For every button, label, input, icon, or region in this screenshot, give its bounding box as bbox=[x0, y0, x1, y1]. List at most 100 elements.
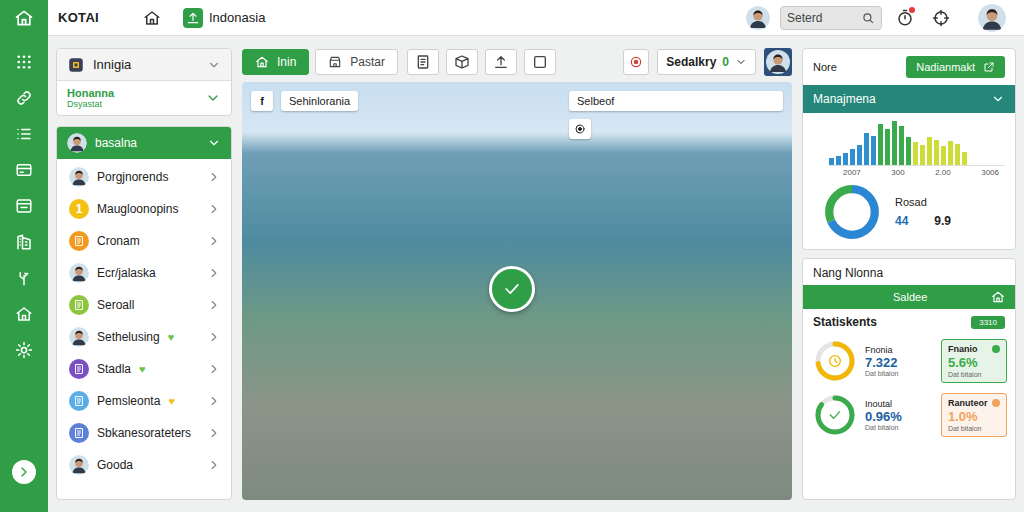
list-item[interactable]: 1 Maugloonopins bbox=[57, 193, 231, 225]
region-subheader[interactable]: Honanna Dsyastat bbox=[57, 81, 231, 115]
expand-button[interactable] bbox=[12, 460, 36, 484]
sidebar-button[interactable] bbox=[10, 84, 38, 112]
stats-bar[interactable]: Saldee bbox=[803, 285, 1015, 309]
list-header[interactable]: basalna bbox=[57, 127, 231, 159]
arrow-icon bbox=[16, 464, 32, 480]
chev-down-icon bbox=[205, 90, 221, 106]
view-label[interactable]: Selbeof bbox=[569, 91, 783, 111]
grid-icon bbox=[15, 53, 33, 71]
dropdown-value: Sedalkry bbox=[666, 55, 716, 69]
chev-right-icon bbox=[207, 170, 221, 184]
search-field[interactable]: Seterd bbox=[780, 6, 882, 30]
kpi-dot bbox=[992, 345, 1000, 353]
content: Innigia Honanna Dsyastat basalna Porgjno… bbox=[48, 36, 1024, 512]
doc-icon bbox=[73, 235, 85, 247]
left-panel: Innigia Honanna Dsyastat basalna Porgjno… bbox=[56, 48, 232, 500]
user-avatar[interactable] bbox=[746, 6, 770, 30]
sidebar-button[interactable] bbox=[10, 48, 38, 76]
sidebar-button[interactable] bbox=[10, 300, 38, 328]
square-icon bbox=[532, 54, 548, 70]
chev-right-icon bbox=[207, 458, 221, 472]
summary-button[interactable]: Nadianmakt bbox=[906, 56, 1005, 78]
chart-ticks: 20073002.003006 bbox=[829, 166, 1005, 177]
location[interactable]: Indonasia bbox=[183, 8, 265, 28]
tool-button[interactable] bbox=[407, 49, 439, 75]
map-pin[interactable] bbox=[489, 266, 535, 312]
share-button[interactable]: f bbox=[251, 91, 273, 111]
locate-map-button[interactable] bbox=[569, 119, 591, 139]
chev-down-icon bbox=[207, 58, 221, 72]
region-subtext: Honanna Dsyastat bbox=[67, 87, 205, 109]
chev-right-icon bbox=[207, 266, 221, 280]
chart-tick: 2007 bbox=[843, 168, 861, 177]
kpi-head: Ranuteor bbox=[948, 398, 1000, 408]
chart-bars bbox=[829, 119, 1005, 166]
stat-value: 9.9 bbox=[934, 214, 951, 228]
sidebar-button[interactable] bbox=[10, 264, 38, 292]
kpi-box[interactable]: Fnanio 5.6% Dat bitalon bbox=[941, 339, 1007, 383]
region-header[interactable]: Innigia bbox=[57, 49, 231, 81]
chart-bar bbox=[836, 156, 841, 165]
list-item[interactable]: Pemsleonta ♥ bbox=[57, 385, 231, 417]
chart-bar bbox=[864, 133, 869, 165]
kpi-box[interactable]: Ranuteor 1.0% Dat bitalon bbox=[941, 393, 1007, 437]
place-label[interactable]: Sehinlorania bbox=[281, 91, 358, 111]
sidebar-button[interactable] bbox=[10, 156, 38, 184]
sidebar-button[interactable] bbox=[10, 228, 38, 256]
list-item[interactable]: Gooda bbox=[57, 449, 231, 481]
stats-card: Nang Nlonna Saldee Statiskents 3310 Fnon… bbox=[802, 258, 1016, 500]
chart-bar bbox=[829, 158, 834, 165]
chart-bar bbox=[920, 145, 925, 165]
stat-values: 449.9 bbox=[895, 214, 951, 228]
home-logo[interactable] bbox=[14, 0, 34, 36]
tab-label: Pastar bbox=[350, 55, 385, 69]
item-label: Cronam bbox=[97, 234, 140, 248]
timer-button[interactable] bbox=[892, 5, 918, 31]
stats-section-title: Statiskents bbox=[813, 315, 877, 329]
chart-bar bbox=[927, 137, 932, 165]
list-item[interactable]: Sbkanesorateters bbox=[57, 417, 231, 449]
chev-right-icon bbox=[207, 298, 221, 312]
toolbar-tab[interactable]: Inin bbox=[242, 49, 309, 75]
kpi-title: Fnanio bbox=[948, 344, 978, 354]
locate-button[interactable] bbox=[928, 5, 954, 31]
stat-row: Inoutal 0.96% Dat bitalon Ranuteor 1.0% … bbox=[803, 389, 1015, 443]
profile-avatar[interactable] bbox=[978, 4, 1006, 32]
gear-icon bbox=[15, 341, 33, 359]
sidebar-button[interactable] bbox=[10, 336, 38, 364]
tool-button[interactable] bbox=[485, 49, 517, 75]
home-button[interactable] bbox=[139, 5, 165, 31]
kpi-title: Ranuteor bbox=[948, 398, 988, 408]
list-item[interactable]: Ecr/jalaska bbox=[57, 257, 231, 289]
list-item[interactable]: Stadla ♥ bbox=[57, 353, 231, 385]
list-item[interactable]: Cronam bbox=[57, 225, 231, 257]
layer-button[interactable] bbox=[623, 49, 649, 75]
tool-button[interactable] bbox=[524, 49, 556, 75]
region-subtitle: Honanna bbox=[67, 87, 205, 99]
view-dropdown[interactable]: Sedalkry 0 bbox=[657, 49, 756, 75]
sidebar-button[interactable] bbox=[10, 120, 38, 148]
top-bar: KOTAI Indonasia Seterd bbox=[48, 0, 1024, 36]
list-item[interactable]: Sethelusing ♥ bbox=[57, 321, 231, 353]
chart-bar bbox=[948, 141, 953, 165]
chart-tick: 300 bbox=[891, 168, 904, 177]
kpi-caption: Dat bitalon bbox=[948, 371, 1000, 378]
chart-bar bbox=[899, 126, 904, 165]
toolbar-tab[interactable]: Pastar bbox=[315, 49, 398, 75]
list-item[interactable]: Seroall bbox=[57, 289, 231, 321]
map-view[interactable]: f Sehinlorania Selbeof bbox=[242, 82, 792, 500]
item-icon bbox=[69, 391, 89, 411]
item-icon bbox=[69, 423, 89, 443]
sidebar-button[interactable] bbox=[10, 192, 38, 220]
location-badge bbox=[183, 8, 203, 28]
chev-right-icon bbox=[207, 202, 221, 216]
tool-button[interactable] bbox=[446, 49, 478, 75]
owner-avatar[interactable] bbox=[764, 48, 792, 76]
list-item[interactable]: Porgjnorends bbox=[57, 161, 231, 193]
check-icon bbox=[502, 279, 522, 299]
section-header[interactable]: Manajmena bbox=[803, 85, 1015, 113]
search-value: Seterd bbox=[787, 11, 822, 25]
map-panel: Inin Pastar Sedalkry 0 f Sehinlorania Se… bbox=[242, 48, 792, 500]
chev-right-icon bbox=[207, 362, 221, 376]
target-icon bbox=[629, 55, 643, 69]
